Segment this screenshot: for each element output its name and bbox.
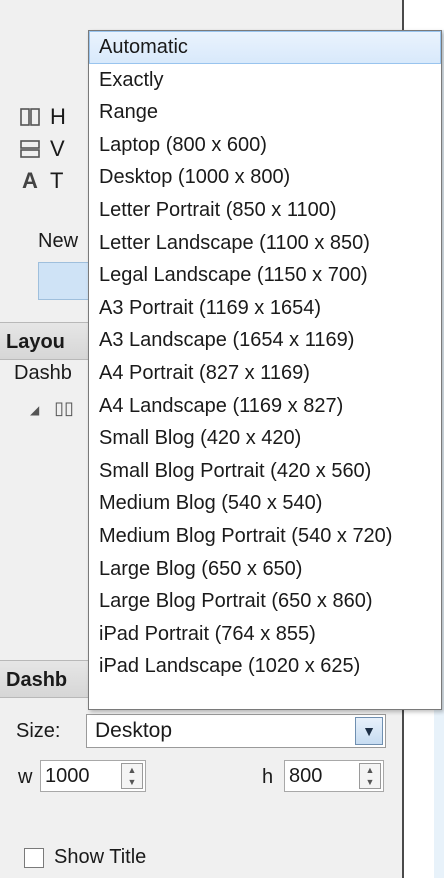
width-value: 1000	[45, 765, 90, 787]
height-stepper[interactable]: ▲ ▼	[359, 763, 381, 789]
size-option-automatic[interactable]: Automatic	[89, 31, 441, 64]
object-vertical-label: V	[50, 136, 65, 161]
show-title-label: Show Title	[54, 846, 147, 868]
container-icon: ▯▯	[54, 398, 75, 418]
size-option-letter-landscape[interactable]: Letter Landscape (1100 x 850)	[89, 227, 441, 260]
size-select-value: Desktop	[95, 719, 173, 742]
height-label: h	[262, 766, 274, 788]
width-label: w	[18, 766, 33, 788]
size-option-range[interactable]: Range	[89, 96, 441, 129]
size-option-exactly[interactable]: Exactly	[89, 64, 441, 97]
size-option-medium-blog[interactable]: Medium Blog (540 x 540)	[89, 487, 441, 520]
horizontal-container-icon	[18, 106, 42, 128]
size-option-a4-landscape[interactable]: A4 Landscape (1169 x 827)	[89, 390, 441, 423]
size-select[interactable]: Desktop ▼	[86, 714, 386, 748]
size-option-a4-portrait[interactable]: A4 Portrait (827 x 1169)	[89, 357, 441, 390]
size-option-desktop[interactable]: Desktop (1000 x 800)	[89, 161, 441, 194]
size-option-a3-portrait[interactable]: A3 Portrait (1169 x 1654)	[89, 292, 441, 325]
size-option-ipad-portrait[interactable]: iPad Portrait (764 x 855)	[89, 618, 441, 651]
width-stepper[interactable]: ▲ ▼	[121, 763, 143, 789]
layout-dashboard-label: Dashb	[14, 362, 72, 384]
size-option-legal-landscape[interactable]: Legal Landscape (1150 x 700)	[89, 259, 441, 292]
layout-tree-item[interactable]: ◢ ▯▯	[30, 398, 74, 419]
size-dropdown-list[interactable]: Automatic Exactly Range Laptop (800 x 60…	[88, 30, 442, 710]
size-option-medium-blog-portrait[interactable]: Medium Blog Portrait (540 x 720)	[89, 520, 441, 553]
object-horizontal-label: H	[50, 104, 66, 129]
size-option-small-blog[interactable]: Small Blog (420 x 420)	[89, 422, 441, 455]
stepper-up-icon[interactable]: ▲	[122, 764, 142, 776]
size-option-large-blog-portrait[interactable]: Large Blog Portrait (650 x 860)	[89, 585, 441, 618]
object-horizontal[interactable]: H	[18, 104, 66, 130]
chevron-down-icon[interactable]: ▼	[355, 717, 383, 745]
size-label: Size:	[16, 720, 61, 742]
size-option-a3-landscape[interactable]: A3 Landscape (1654 x 1169)	[89, 324, 441, 357]
new-objects-label: New	[38, 230, 79, 252]
show-title-checkbox[interactable]	[24, 847, 44, 868]
object-text-label: T	[50, 168, 64, 193]
size-option-small-blog-portrait[interactable]: Small Blog Portrait (420 x 560)	[89, 455, 441, 488]
stepper-up-icon[interactable]: ▲	[360, 764, 380, 776]
stepper-down-icon[interactable]: ▼	[122, 776, 142, 788]
height-value: 800	[289, 765, 323, 787]
size-option-large-blog[interactable]: Large Blog (650 x 650)	[89, 553, 441, 586]
object-text[interactable]: A T	[18, 168, 63, 194]
text-icon: A	[22, 168, 38, 193]
show-title-row[interactable]: Show Title	[24, 846, 146, 869]
object-vertical[interactable]: V	[18, 136, 65, 162]
width-spinner[interactable]: 1000 ▲ ▼	[40, 760, 146, 792]
vertical-container-icon	[18, 138, 42, 160]
stepper-down-icon[interactable]: ▼	[360, 776, 380, 788]
size-option-letter-portrait[interactable]: Letter Portrait (850 x 1100)	[89, 194, 441, 227]
size-option-ipad-landscape[interactable]: iPad Landscape (1020 x 625)	[89, 650, 441, 683]
size-option-laptop[interactable]: Laptop (800 x 600)	[89, 129, 441, 162]
expand-triangle-icon[interactable]: ◢	[30, 403, 39, 417]
height-spinner[interactable]: 800 ▲ ▼	[284, 760, 384, 792]
